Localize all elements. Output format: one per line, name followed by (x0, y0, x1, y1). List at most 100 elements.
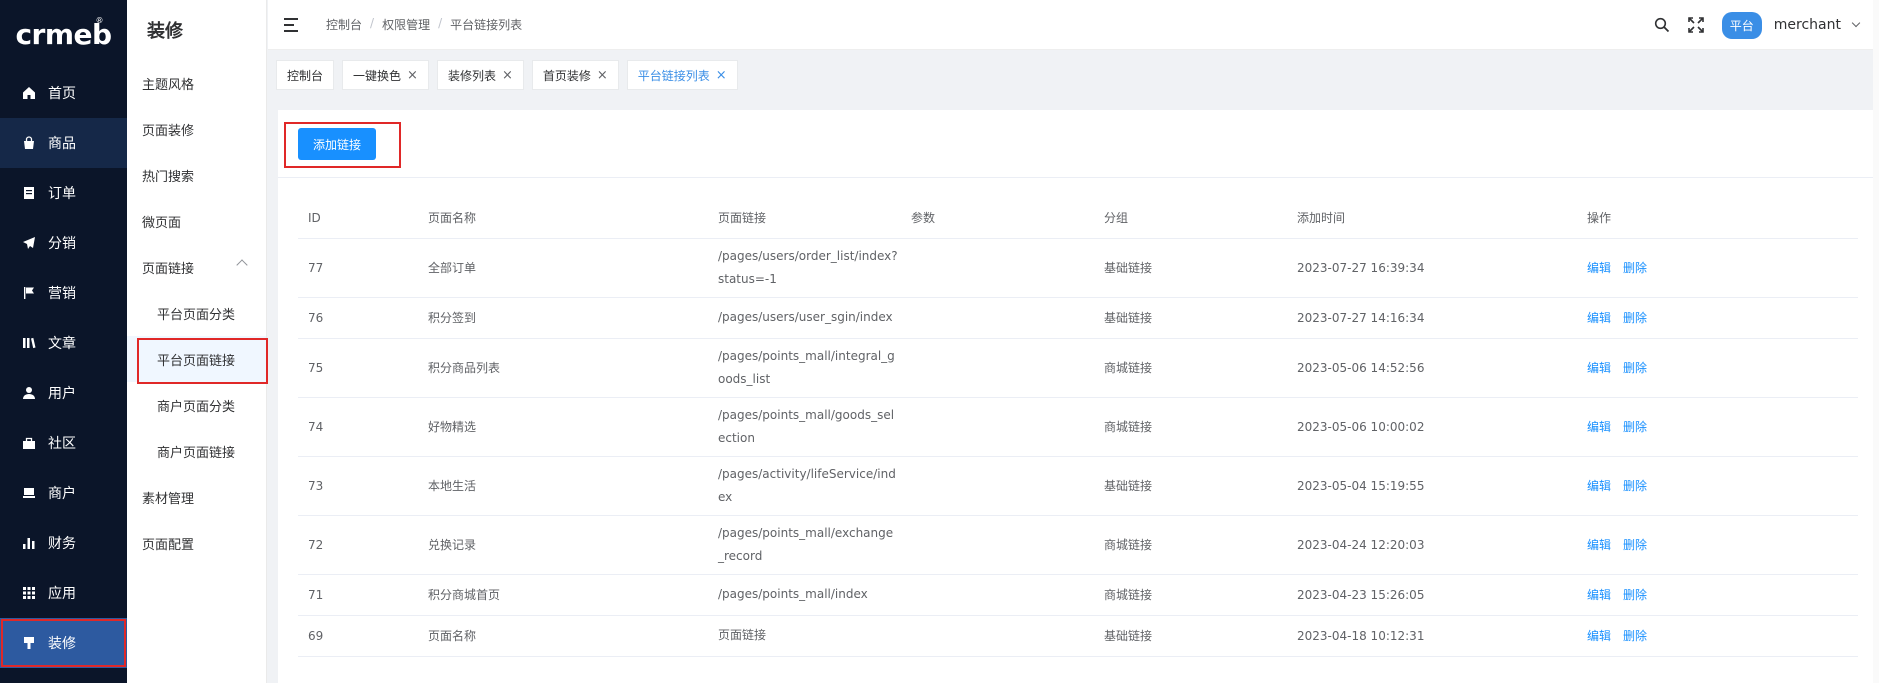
subnav-item-4[interactable]: 页面链接 (127, 244, 266, 290)
tab-label: 控制台 (287, 68, 324, 83)
subnav-item-label: 商户页面分类 (157, 399, 236, 415)
subnav-item-7[interactable]: 商户页面分类 (127, 382, 266, 428)
sidebar-item-label: 文章 (48, 336, 76, 352)
delete-link[interactable]: 删除 (1623, 361, 1647, 375)
cell-actions: 编辑 删除 (1577, 574, 1858, 616)
scrollbar[interactable] (1873, 0, 1879, 683)
sidebar-item-8[interactable]: 商户 (0, 468, 127, 518)
cell-time: 2023-05-04 15:19:55 (1287, 456, 1577, 516)
edit-link[interactable]: 编辑 (1587, 361, 1611, 375)
cell-link-text: /pages/users/user_sgin/index (718, 310, 893, 324)
subnav-item-2[interactable]: 热门搜索 (127, 152, 266, 198)
edit-link[interactable]: 编辑 (1587, 629, 1611, 643)
toolbar: 添加链接 (278, 110, 1879, 178)
cell-param (901, 297, 1094, 339)
tab-label: 装修列表 (447, 68, 496, 83)
cell-id: 77 (298, 238, 418, 298)
brush-icon (22, 636, 36, 650)
subnav-item-9[interactable]: 素材管理 (127, 474, 266, 520)
sidebar-item-4[interactable]: 营销 (0, 268, 127, 318)
close-icon[interactable]: × (716, 68, 727, 83)
chevron-up-icon[interactable] (236, 259, 248, 271)
subnav-item-label: 素材管理 (142, 491, 195, 507)
cell-actions: 编辑 删除 (1577, 297, 1858, 339)
sidebar-item-10[interactable]: 应用 (0, 568, 127, 618)
search-icon[interactable] (1654, 17, 1670, 33)
chevron-down-icon[interactable] (1851, 18, 1861, 28)
tab-2[interactable]: 装修列表 × (436, 60, 524, 90)
cell-link-text: /pages/points_mall/exchange_record (718, 525, 894, 563)
breadcrumb-item[interactable]: 权限管理 (382, 16, 430, 33)
table-row: 71 积分商城首页/pages/points_mall/index 商城链接 2023… (298, 574, 1858, 616)
table-row: 69 页面名称 页面链接 基础链接 2023-04-18 10:12:31 编辑 删除 (298, 615, 1858, 657)
cell-id: 76 (298, 297, 418, 339)
sidebar-item-9[interactable]: 财务 (0, 518, 127, 568)
edit-link[interactable]: 编辑 (1587, 420, 1611, 434)
breadcrumb-item[interactable]: 控制台 (326, 16, 362, 33)
collapse-menu-icon[interactable] (284, 17, 300, 32)
close-icon[interactable]: × (502, 68, 513, 83)
subnav-item-3[interactable]: 微页面 (127, 198, 266, 244)
username[interactable]: merchant (1774, 17, 1841, 33)
fullscreen-icon[interactable] (1687, 17, 1704, 33)
table-row: 73 本地生活/pages/activity/lifeService/index 基… (298, 456, 1858, 516)
subnav-item-10[interactable]: 页面配置 (127, 520, 266, 566)
delete-link[interactable]: 删除 (1623, 479, 1647, 493)
bag-icon (22, 136, 36, 150)
edit-link[interactable]: 编辑 (1587, 588, 1611, 602)
cell-group: 商城链接 (1094, 515, 1287, 575)
cell-time: 2023-04-24 12:20:03 (1287, 515, 1577, 575)
breadcrumb: 控制台 / 权限管理 / 平台链接列表 (326, 16, 523, 33)
delete-link[interactable]: 删除 (1623, 538, 1647, 552)
sub-sidebar: 装修 主题风格 页面装修 热门搜索 微页面 页面链接 平台页面分类 平台页面链接 商户页面分类… (127, 0, 268, 683)
cell-link: /pages/activity/lifeService/index (708, 456, 901, 516)
add-link-button[interactable]: 添加链接 (298, 128, 377, 160)
subnav-item-6[interactable]: 平台页面链接 (127, 336, 268, 384)
sidebar-item-label: 装修 (48, 636, 76, 652)
tab-4[interactable]: 平台链接列表 × (626, 60, 738, 90)
send-icon (22, 236, 36, 250)
sidebar-item-1[interactable]: 商品 (0, 118, 127, 168)
brand-logo[interactable]: crmeb ® (0, 0, 127, 68)
column-header: 分组 (1094, 198, 1287, 239)
cell-link-text: /pages/points_mall/goods_selection (718, 407, 895, 445)
tab-1[interactable]: 一键换色 × (342, 60, 429, 90)
sidebar-item-0[interactable]: 首页 (0, 68, 127, 118)
chart-icon (22, 536, 36, 550)
delete-link[interactable]: 删除 (1623, 629, 1647, 643)
close-icon[interactable]: × (597, 68, 608, 83)
subnav-item-8[interactable]: 商户页面链接 (127, 428, 266, 474)
edit-link[interactable]: 编辑 (1587, 538, 1611, 552)
order-icon (22, 186, 36, 200)
flag-icon (22, 286, 36, 300)
sidebar-item-3[interactable]: 分销 (0, 218, 127, 268)
delete-link[interactable]: 删除 (1623, 420, 1647, 434)
links-table: ID 页面名称 页面链接 参数 分组 添加时间 操作 77 全部订单/pages/users/… (298, 198, 1858, 657)
tab-0[interactable]: 控制台 (276, 60, 335, 90)
sidebar-item-11[interactable]: 装修 (0, 618, 127, 668)
delete-link[interactable]: 删除 (1623, 261, 1647, 275)
cell-name: 本地生活 (418, 456, 708, 516)
sidebar-item-7[interactable]: 社区 (0, 418, 127, 468)
sidebar-item-2[interactable]: 订单 (0, 168, 127, 218)
subnav-item-0[interactable]: 主题风格 (127, 60, 266, 106)
cell-time: 2023-05-06 14:52:56 (1287, 338, 1577, 398)
edit-link[interactable]: 编辑 (1587, 479, 1611, 493)
cell-param (901, 515, 1094, 575)
subnav-item-label: 页面配置 (142, 537, 195, 553)
cell-time: 2023-07-27 14:16:34 (1287, 297, 1577, 339)
cell-actions: 编辑 删除 (1577, 456, 1858, 516)
sidebar-item-5[interactable]: 文章 (0, 318, 127, 368)
edit-link[interactable]: 编辑 (1587, 311, 1611, 325)
tab-3[interactable]: 首页装修 × (531, 60, 619, 90)
subnav-item-5[interactable]: 平台页面分类 (127, 290, 266, 336)
close-icon[interactable]: × (407, 68, 418, 83)
delete-link[interactable]: 删除 (1623, 311, 1647, 325)
subnav-item-1[interactable]: 页面装修 (127, 106, 266, 152)
main-nav: 首页 商品 订单 分销 营销文章用户 社区 商户 财务 应用装修 (0, 68, 127, 668)
column-header: 页面链接 (708, 198, 901, 239)
edit-link[interactable]: 编辑 (1587, 261, 1611, 275)
subnav-item-label: 热门搜索 (142, 169, 195, 185)
delete-link[interactable]: 删除 (1623, 588, 1647, 602)
sidebar-item-6[interactable]: 用户 (0, 368, 127, 418)
